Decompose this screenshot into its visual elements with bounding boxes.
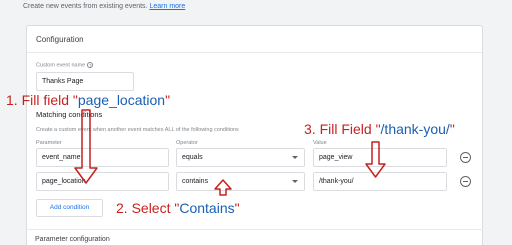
parameter-input-2[interactable]: page_location xyxy=(36,172,169,191)
value-input-2[interactable]: /thank-you/ xyxy=(313,172,447,191)
card-header: Configuration xyxy=(27,26,482,53)
annotation-step-3-prefix: 3. Fill Field " xyxy=(304,121,381,137)
chevron-down-icon xyxy=(292,180,298,183)
page-description-text: Create new events from existing events. xyxy=(23,3,148,10)
add-condition-button[interactable]: Add condition xyxy=(36,199,103,217)
value-input-1[interactable]: page_view xyxy=(313,148,447,167)
annotation-step-3-suffix: " xyxy=(449,121,455,137)
parameter-input-1[interactable]: event_name xyxy=(36,148,169,167)
annotation-step-3-value: /thank-you/ xyxy=(380,121,450,137)
operator-select-2-value: contains xyxy=(182,178,209,185)
operator-column-header: Operator xyxy=(176,140,198,146)
operator-select-1[interactable]: equals xyxy=(176,148,305,167)
custom-event-name-label: Custom event name? xyxy=(36,62,94,69)
annotation-step-2: 2. Select "Contains" xyxy=(116,200,240,216)
remove-condition-1-icon[interactable] xyxy=(460,152,471,163)
help-icon[interactable]: ? xyxy=(87,62,94,68)
custom-event-name-input[interactable]: Thanks Page xyxy=(36,72,134,91)
operator-select-2[interactable]: contains xyxy=(176,172,305,191)
parameter-column-header: Parameter xyxy=(36,140,62,146)
annotation-step-3: 3. Fill Field "/thank-you/" xyxy=(304,121,455,137)
learn-more-link[interactable]: Learn more xyxy=(149,3,185,10)
annotation-step-2-suffix: " xyxy=(234,200,240,216)
configuration-title: Configuration xyxy=(36,35,84,44)
annotation-step-1-prefix: 1. Fill field " xyxy=(6,92,78,108)
chevron-down-icon xyxy=(292,156,298,159)
remove-condition-2-icon[interactable] xyxy=(460,176,471,187)
matching-conditions-title: Matching conditions xyxy=(36,110,103,119)
matching-conditions-description: Create a custom event when another event… xyxy=(36,127,239,133)
page-description: Create new events from existing events. … xyxy=(23,3,185,10)
value-column-header: Value xyxy=(313,140,327,146)
parameter-configuration-title: Parameter configuration xyxy=(35,236,110,243)
annotation-step-2-prefix: 2. Select " xyxy=(116,200,180,216)
annotation-step-1-suffix: " xyxy=(165,92,171,108)
annotation-step-2-value: Contains xyxy=(179,200,235,216)
section-divider xyxy=(26,229,483,230)
custom-event-name-label-text: Custom event name xyxy=(36,62,86,69)
annotation-step-1: 1. Fill field "page_location" xyxy=(6,92,170,108)
operator-select-1-value: equals xyxy=(182,154,203,161)
annotation-step-1-value: page_location xyxy=(77,92,166,108)
